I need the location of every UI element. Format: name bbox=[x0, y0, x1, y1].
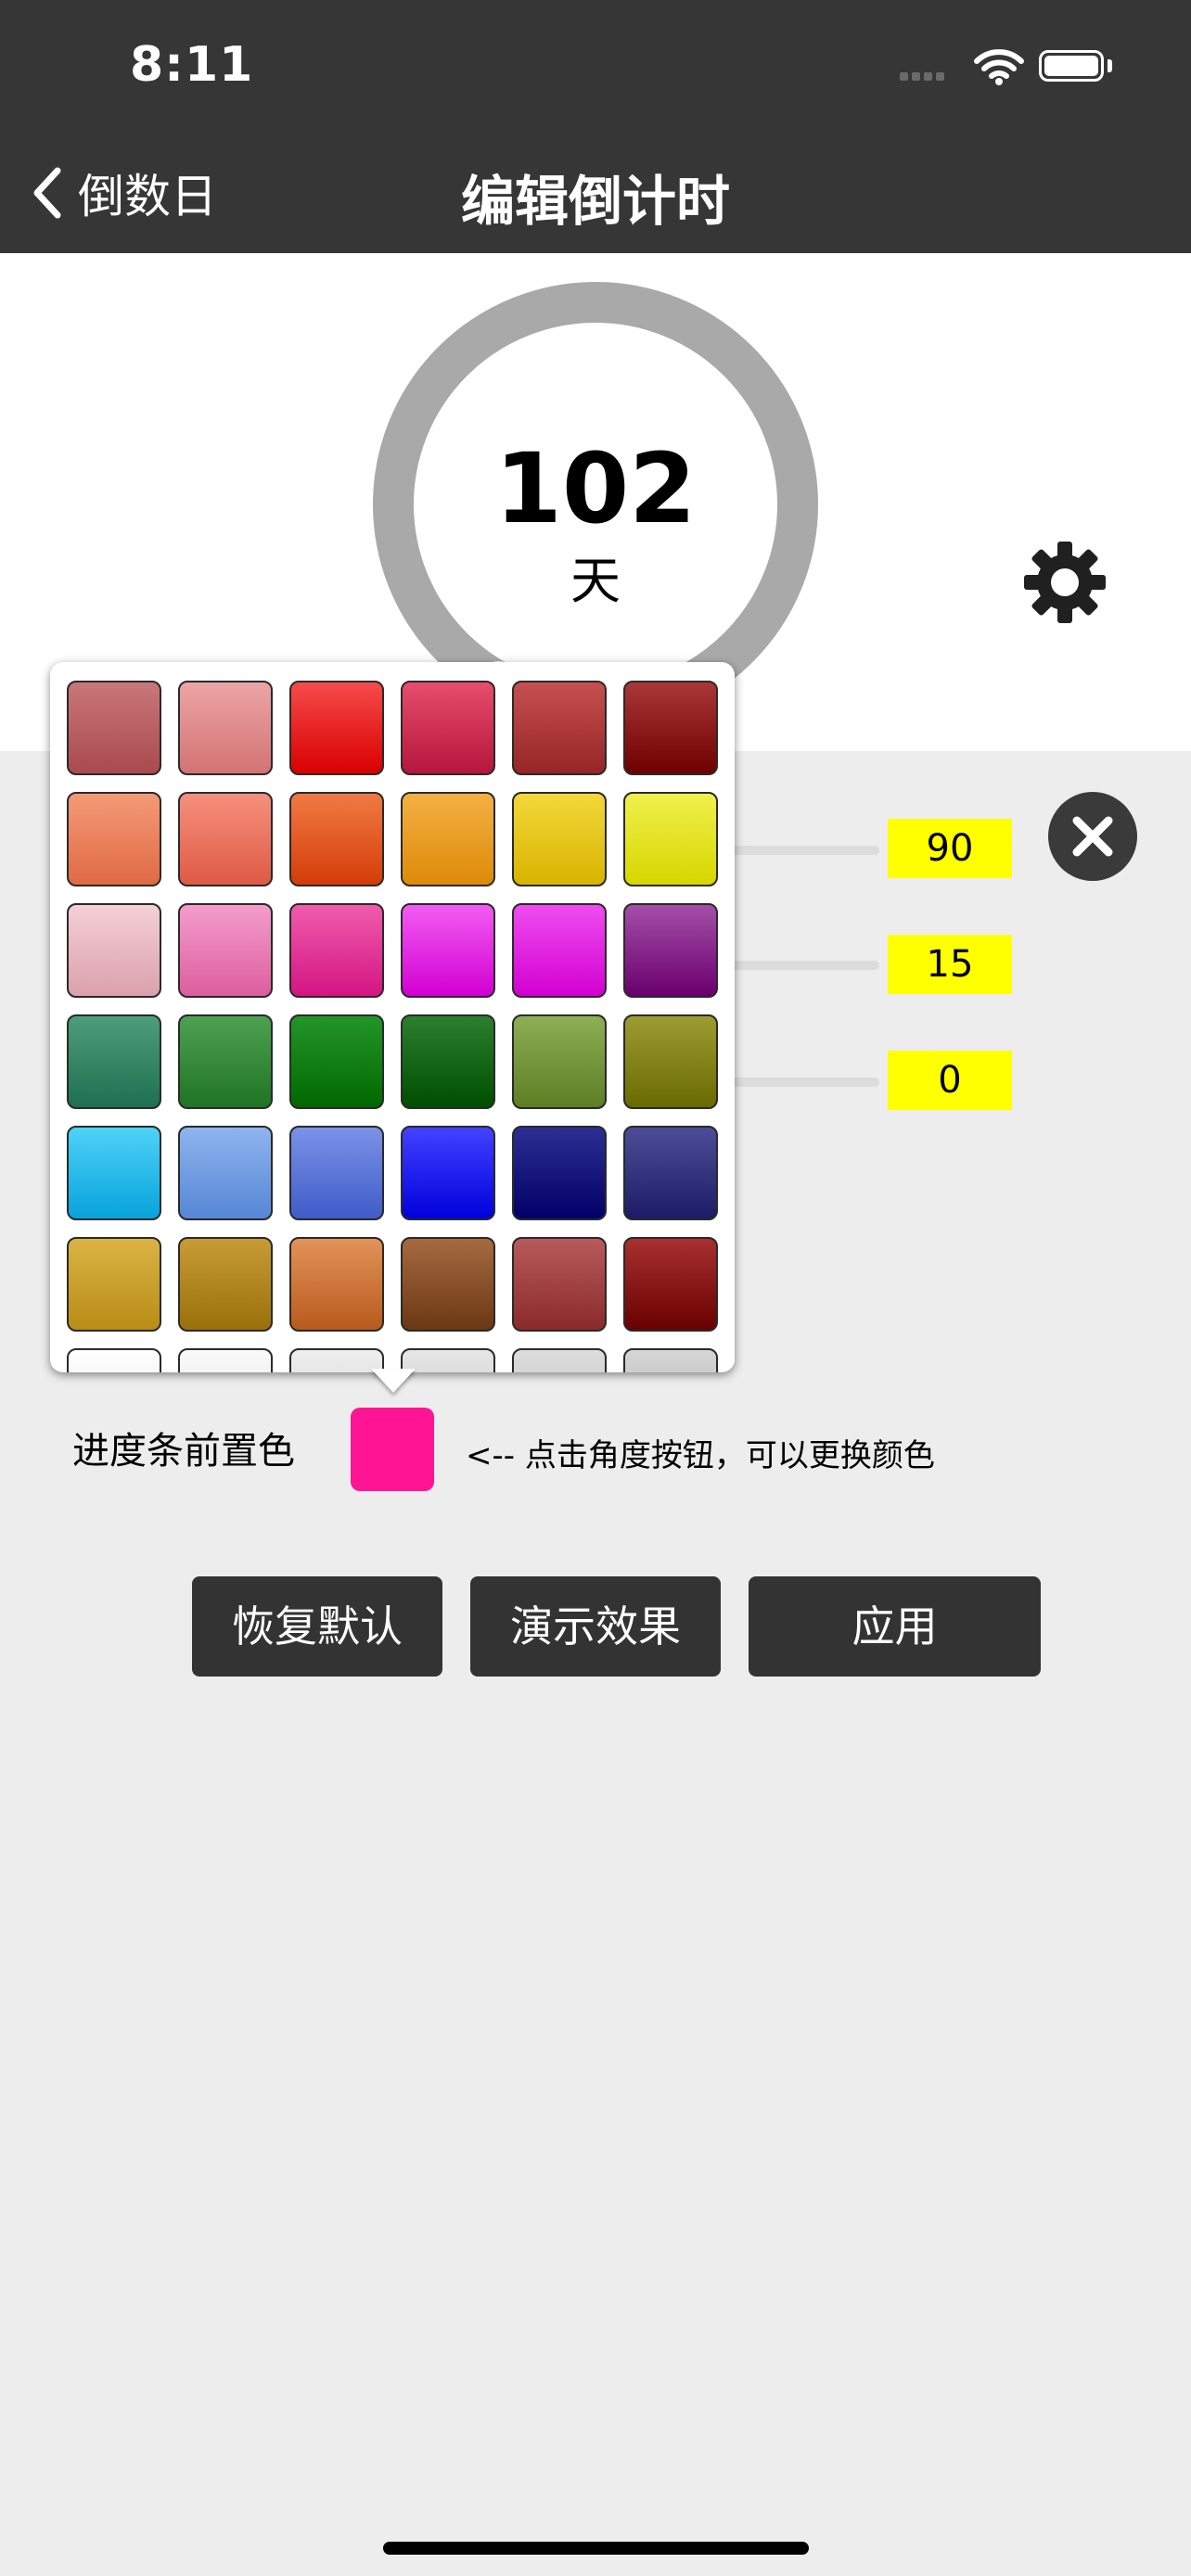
color-swatch[interactable] bbox=[289, 1237, 384, 1332]
color-swatch[interactable] bbox=[178, 1014, 273, 1109]
color-hint-text: <-- 点击角度按钮，可以更换颜色 bbox=[466, 1437, 935, 1474]
close-button[interactable] bbox=[1048, 792, 1137, 881]
countdown-unit: 天 bbox=[570, 552, 621, 610]
color-swatch[interactable] bbox=[623, 1237, 718, 1332]
color-swatch[interactable] bbox=[289, 792, 384, 886]
color-swatch[interactable] bbox=[289, 903, 384, 998]
settings-button[interactable] bbox=[1020, 538, 1109, 631]
color-swatch[interactable] bbox=[512, 1014, 607, 1109]
progress-color-label: 进度条前置色 bbox=[72, 1430, 295, 1473]
color-swatch[interactable] bbox=[178, 1237, 273, 1332]
color-swatch[interactable] bbox=[623, 903, 718, 998]
color-swatch[interactable] bbox=[512, 1237, 607, 1332]
gear-icon bbox=[1024, 542, 1106, 623]
slider-track-1[interactable] bbox=[724, 846, 879, 855]
progress-color-swatch[interactable] bbox=[351, 1408, 434, 1491]
color-swatch[interactable] bbox=[178, 681, 273, 775]
wifi-icon bbox=[974, 48, 1024, 89]
color-swatch[interactable] bbox=[623, 1014, 718, 1109]
color-swatch[interactable] bbox=[178, 1126, 273, 1220]
color-swatch[interactable] bbox=[67, 681, 161, 775]
slider-value-3: 0 bbox=[888, 1051, 1012, 1110]
color-swatch[interactable] bbox=[401, 903, 495, 998]
color-swatch[interactable] bbox=[623, 1126, 718, 1220]
countdown-days: 102 bbox=[494, 432, 697, 545]
color-swatch[interactable] bbox=[178, 792, 273, 886]
color-swatch[interactable] bbox=[512, 1126, 607, 1220]
color-swatch[interactable] bbox=[623, 1348, 718, 1372]
battery-icon bbox=[1039, 50, 1104, 82]
color-swatch[interactable] bbox=[512, 1348, 607, 1372]
reset-default-button[interactable]: 恢复默认 bbox=[192, 1576, 442, 1677]
color-swatch[interactable] bbox=[512, 792, 607, 886]
color-swatch[interactable] bbox=[67, 1348, 161, 1372]
color-swatch[interactable] bbox=[289, 1126, 384, 1220]
color-swatch[interactable] bbox=[178, 903, 273, 998]
cellular-signal-icon bbox=[900, 72, 957, 82]
slider-track-2[interactable] bbox=[724, 961, 879, 970]
battery-cap bbox=[1108, 59, 1112, 72]
color-swatch[interactable] bbox=[401, 681, 495, 775]
color-swatch[interactable] bbox=[67, 903, 161, 998]
home-indicator bbox=[383, 2542, 809, 2555]
color-swatch[interactable] bbox=[401, 1237, 495, 1332]
status-time: 8:11 bbox=[130, 37, 254, 93]
apply-button[interactable]: 应用 bbox=[749, 1576, 1041, 1677]
popover-arrow bbox=[371, 1369, 416, 1393]
color-swatch[interactable] bbox=[67, 792, 161, 886]
slider-value-2: 15 bbox=[888, 935, 1012, 994]
demo-button[interactable]: 演示效果 bbox=[470, 1576, 721, 1677]
color-swatch[interactable] bbox=[67, 1237, 161, 1332]
close-icon bbox=[1072, 816, 1113, 857]
color-swatch[interactable] bbox=[289, 681, 384, 775]
color-swatch[interactable] bbox=[623, 681, 718, 775]
color-swatch[interactable] bbox=[512, 681, 607, 775]
page-title: 编辑倒计时 bbox=[460, 170, 730, 233]
color-swatch[interactable] bbox=[512, 903, 607, 998]
slider-value-1: 90 bbox=[888, 819, 1012, 878]
slider-track-3[interactable] bbox=[724, 1078, 879, 1087]
color-palette-popover bbox=[50, 662, 735, 1372]
color-swatch[interactable] bbox=[401, 792, 495, 886]
color-swatch[interactable] bbox=[289, 1014, 384, 1109]
color-swatch[interactable] bbox=[67, 1126, 161, 1220]
color-swatch[interactable] bbox=[289, 1348, 384, 1372]
color-swatch[interactable] bbox=[401, 1014, 495, 1109]
color-swatch[interactable] bbox=[178, 1348, 273, 1372]
color-swatch[interactable] bbox=[67, 1014, 161, 1109]
color-swatch[interactable] bbox=[401, 1126, 495, 1220]
color-swatch[interactable] bbox=[623, 792, 718, 886]
